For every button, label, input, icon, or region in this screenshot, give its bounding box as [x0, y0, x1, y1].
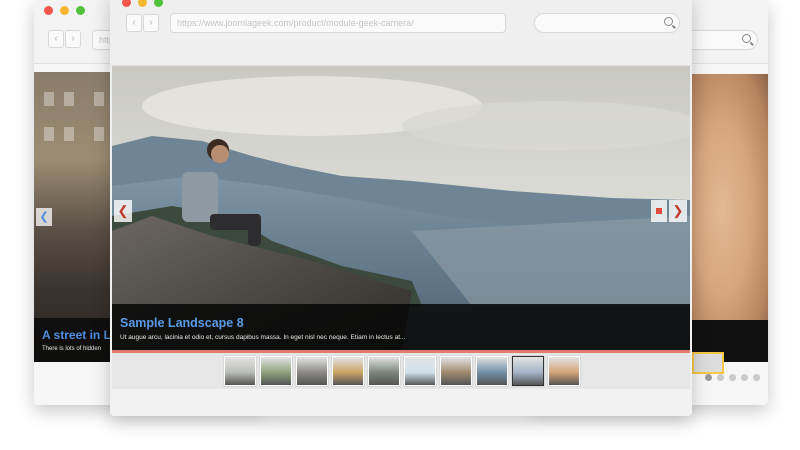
main-window-toolbar: ‹ › https://www.joomlageek.com/product/m…	[110, 0, 692, 66]
slide-stop-button[interactable]	[651, 200, 667, 222]
thumbnail[interactable]	[296, 356, 328, 386]
pagination-dot[interactable]	[705, 374, 712, 381]
slide-caption-title: Sample Landscape 8	[120, 316, 244, 330]
main-search-bar[interactable]	[534, 13, 680, 33]
slide-next-button[interactable]: ❯	[669, 200, 687, 222]
thumbnail-list	[224, 356, 580, 386]
thumbnail-strip	[112, 353, 690, 389]
left-caption-text: There is lots of hidden	[42, 346, 102, 352]
pagination-dot[interactable]	[741, 374, 748, 381]
main-url-bar[interactable]: https://www.joomlageek.com/product/modul…	[170, 13, 506, 33]
left-window-controls	[44, 6, 85, 15]
thumbnail[interactable]	[404, 356, 436, 386]
slide-prev-button[interactable]: ❮	[114, 200, 132, 222]
right-active-thumbnail[interactable]	[692, 352, 724, 374]
back-button[interactable]: ‹	[126, 14, 142, 32]
pagination-dot[interactable]	[753, 374, 760, 381]
forward-button[interactable]: ›	[65, 30, 81, 48]
pagination-dot[interactable]	[729, 374, 736, 381]
thumbnail[interactable]	[368, 356, 400, 386]
thumbnail[interactable]	[440, 356, 472, 386]
maximize-button[interactable]	[76, 6, 85, 15]
close-button[interactable]	[122, 0, 131, 7]
left-slide-prev-button[interactable]: ❮	[36, 208, 52, 226]
forward-button[interactable]: ›	[143, 14, 159, 32]
slide-caption-text: Ut augue arcu, lacinia et odio et, cursu…	[120, 334, 406, 341]
screenshot-stage: ‹ › http ❮ A street in L There is lots o…	[0, 0, 800, 450]
search-icon	[664, 17, 673, 26]
thumbnail[interactable]	[548, 356, 580, 386]
slide-caption: Sample Landscape 8 Ut augue arcu, lacini…	[112, 304, 690, 350]
minimize-button[interactable]	[60, 6, 69, 15]
pagination-dot[interactable]	[717, 374, 724, 381]
thumbnail[interactable]	[476, 356, 508, 386]
search-icon	[742, 34, 751, 43]
right-pagination-dots	[705, 374, 760, 381]
main-window-controls	[122, 0, 163, 7]
back-button[interactable]: ‹	[48, 30, 64, 48]
thumbnail[interactable]	[260, 356, 292, 386]
close-button[interactable]	[44, 6, 53, 15]
minimize-button[interactable]	[138, 0, 147, 7]
maximize-button[interactable]	[154, 0, 163, 7]
left-caption-title: A street in L	[42, 328, 111, 342]
main-browser-window: ‹ › https://www.joomlageek.com/product/m…	[110, 0, 692, 416]
hero-slide: ❮ ❯ Sample Landscape 8 Ut augue arcu, la…	[112, 66, 690, 350]
right-slide-image	[692, 74, 768, 320]
main-window-footer	[110, 389, 692, 416]
thumbnail[interactable]	[512, 356, 544, 386]
thumbnail[interactable]	[224, 356, 256, 386]
slide-controls: ❯	[651, 200, 687, 222]
thumbnail[interactable]	[332, 356, 364, 386]
